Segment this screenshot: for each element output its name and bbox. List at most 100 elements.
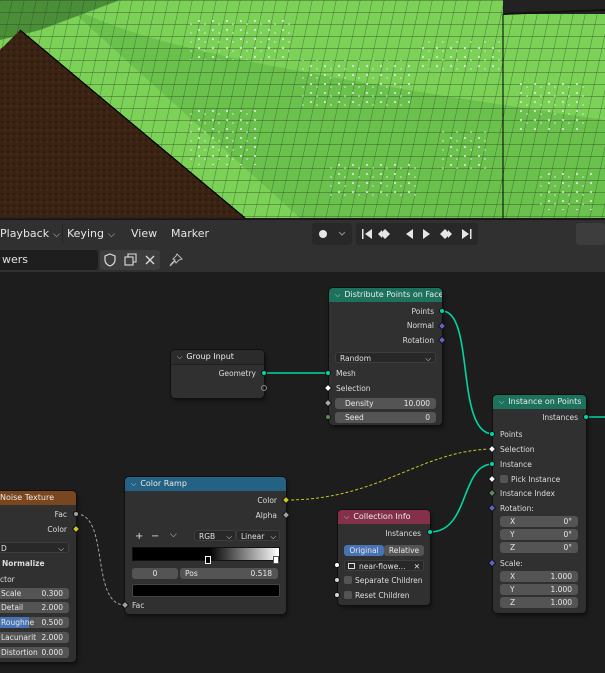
collapse-icon[interactable]: ⌵ bbox=[335, 291, 340, 299]
collection-name: near-flowe... bbox=[359, 562, 406, 571]
scale-z-field[interactable]: Z 1.000 bbox=[500, 597, 578, 608]
node-title: Noise Texture bbox=[0, 493, 55, 502]
rotation-x-field[interactable]: X 0° bbox=[500, 516, 578, 527]
roughness-field[interactable]: Roughne 0.500 bbox=[0, 617, 69, 628]
socket-out-points[interactable] bbox=[439, 308, 445, 314]
socket-label-instances: Instances bbox=[385, 529, 421, 538]
seed-label: Seed bbox=[345, 413, 364, 422]
reset-children-checkbox[interactable] bbox=[344, 591, 352, 599]
node-header[interactable]: ⌵ Color Ramp bbox=[125, 477, 286, 491]
node-header[interactable]: Noise Texture bbox=[0, 491, 76, 505]
socket-in-points[interactable] bbox=[489, 431, 495, 437]
socket-label-points: Points bbox=[411, 307, 434, 316]
socket-out-geometry[interactable] bbox=[261, 370, 267, 376]
socket-in-instance[interactable] bbox=[489, 461, 495, 467]
socket-out-empty[interactable] bbox=[261, 385, 267, 391]
node-title: Collection Info bbox=[353, 512, 411, 521]
axis-label: Y bbox=[510, 530, 515, 539]
rotation-x-value: 0° bbox=[563, 517, 572, 526]
density-field[interactable]: Density 10.000 bbox=[335, 398, 436, 409]
socket-label-color: Color bbox=[47, 525, 67, 534]
chevron-down-icon: ⌵ bbox=[270, 532, 276, 541]
scale-z-value: 1.000 bbox=[550, 598, 572, 607]
node-noise-texture[interactable]: Noise Texture Fac Color D ⌵ Normalize cto… bbox=[0, 491, 76, 662]
relative-toggle[interactable]: Relative bbox=[384, 545, 424, 556]
link-points-points bbox=[441, 310, 494, 435]
socket-in-reset-children[interactable] bbox=[334, 592, 340, 598]
axis-label: X bbox=[510, 517, 516, 526]
socket-in-mesh[interactable] bbox=[325, 370, 331, 376]
collapse-icon[interactable]: ⌵ bbox=[131, 480, 136, 488]
chevron-down-icon: ⌵ bbox=[425, 354, 431, 363]
dimensions-select[interactable]: D ⌵ bbox=[0, 542, 69, 553]
rotation-z-field[interactable]: Z 0° bbox=[500, 542, 578, 553]
method-label: Random bbox=[340, 354, 372, 363]
link-fac-fac bbox=[75, 513, 126, 606]
socket-label-points: Points bbox=[500, 430, 523, 439]
close-icon[interactable]: ✕ bbox=[414, 561, 420, 572]
node-title: Distribute Points on Faces bbox=[344, 290, 442, 299]
dimensions-label: D bbox=[1, 544, 7, 553]
scale-field[interactable]: Scale 0.300 bbox=[0, 588, 69, 599]
stop-position-field[interactable]: Pos 0.518 bbox=[180, 568, 278, 579]
node-distribute-points[interactable]: ⌵ Distribute Points on Faces Points Norma… bbox=[329, 288, 442, 425]
socket-in-seed[interactable] bbox=[325, 414, 331, 420]
socket-out-instances[interactable] bbox=[583, 414, 589, 420]
collection-icon bbox=[348, 563, 355, 569]
ramp-stop-black[interactable] bbox=[205, 556, 211, 564]
rotation-y-field[interactable]: Y 0° bbox=[500, 529, 578, 540]
stop-index-value: 0 bbox=[152, 569, 158, 578]
socket-out-instances[interactable] bbox=[427, 529, 433, 535]
node-header[interactable]: ⌵ Instance on Points bbox=[493, 395, 586, 409]
node-header[interactable]: ⌵ Group Input bbox=[171, 350, 264, 365]
pick-instance-label: Pick Instance bbox=[511, 475, 561, 484]
distortion-field[interactable]: Distortion 0.000 bbox=[0, 647, 69, 658]
detail-field[interactable]: Detail 2.000 bbox=[0, 602, 69, 613]
interpolation-label: Linear bbox=[241, 532, 265, 541]
seed-field[interactable]: Seed 0 bbox=[335, 412, 436, 423]
node-header[interactable]: ⌵ Collection Info bbox=[338, 510, 430, 524]
rotation-y-value: 0° bbox=[563, 530, 572, 539]
collapse-icon[interactable]: ⌵ bbox=[344, 513, 349, 521]
original-label: Original bbox=[349, 546, 379, 555]
color-mode-select[interactable]: RGB ⌵ bbox=[194, 530, 236, 541]
node-color-ramp[interactable]: ⌵ Color Ramp Color Alpha + − ⌵ RGB ⌵ Linea… bbox=[125, 477, 286, 614]
pick-instance-checkbox[interactable] bbox=[500, 475, 508, 483]
axis-label: Z bbox=[510, 598, 516, 607]
socket-in-collection[interactable] bbox=[334, 562, 340, 568]
collapse-icon[interactable]: ⌵ bbox=[177, 353, 182, 361]
density-label: Density bbox=[345, 399, 374, 408]
collapse-icon[interactable]: ⌵ bbox=[499, 398, 504, 406]
rotation-label: Rotation: bbox=[500, 504, 534, 513]
stop-index-field[interactable]: 0 bbox=[132, 568, 178, 579]
stop-color-swatch[interactable] bbox=[132, 584, 280, 597]
lacunarity-field[interactable]: Lacunarit 2.000 bbox=[0, 632, 69, 643]
socket-out-fac[interactable] bbox=[73, 511, 79, 517]
scale-x-field[interactable]: X 1.000 bbox=[500, 571, 578, 582]
collection-select[interactable]: near-flowe... ✕ bbox=[344, 560, 424, 571]
socket-in-separate-children[interactable] bbox=[334, 577, 340, 583]
chevron-down-icon[interactable]: ⌵ bbox=[170, 530, 177, 540]
distribute-method-select[interactable]: Random ⌵ bbox=[335, 352, 436, 363]
node-instance-on-points[interactable]: ⌵ Instance on Points Instances Points Sel… bbox=[493, 395, 586, 613]
chevron-down-icon: ⌵ bbox=[58, 544, 64, 553]
node-group-input[interactable]: ⌵ Group Input Geometry bbox=[171, 350, 264, 398]
remove-stop-button[interactable]: − bbox=[151, 531, 159, 542]
socket-label-fac: Fac bbox=[132, 601, 145, 610]
scale-x-value: 1.000 bbox=[550, 572, 572, 581]
scale-y-field[interactable]: Y 1.000 bbox=[500, 584, 578, 595]
field-value: 0.000 bbox=[41, 648, 63, 657]
ramp-stop-white[interactable] bbox=[273, 556, 279, 564]
separate-children-label: Separate Children bbox=[355, 576, 423, 585]
socket-label-instance-index: Instance Index bbox=[500, 489, 555, 498]
add-stop-button[interactable]: + bbox=[135, 531, 143, 542]
density-value: 10.000 bbox=[403, 399, 430, 408]
node-header[interactable]: ⌵ Distribute Points on Faces bbox=[329, 288, 442, 302]
axis-label: X bbox=[510, 572, 516, 581]
field-label: Roughne bbox=[1, 618, 35, 627]
original-toggle[interactable]: Original bbox=[344, 545, 384, 556]
node-collection-info[interactable]: ⌵ Collection Info Instances Original Rela… bbox=[338, 510, 430, 605]
node-title: Group Input bbox=[186, 352, 234, 361]
interpolation-select[interactable]: Linear ⌵ bbox=[236, 530, 280, 541]
separate-children-checkbox[interactable] bbox=[344, 576, 352, 584]
